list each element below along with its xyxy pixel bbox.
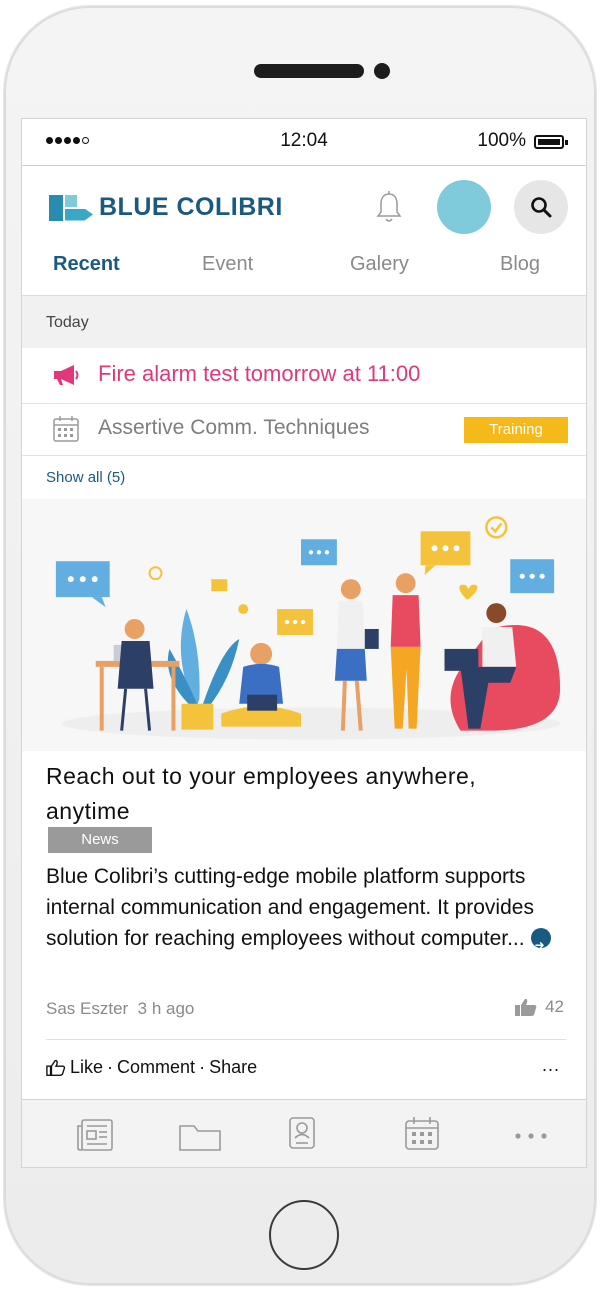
likes-count: 42 <box>515 997 564 1017</box>
action-separator: · <box>107 1057 114 1077</box>
action-separator: · <box>199 1057 206 1077</box>
read-more-icon[interactable] <box>530 928 551 961</box>
share-button[interactable]: Share <box>209 1057 257 1078</box>
brand-logo[interactable]: BLUE COLIBRI <box>49 193 283 222</box>
front-camera <box>374 63 390 79</box>
home-button[interactable] <box>269 1200 339 1270</box>
thumbs-up-icon <box>515 998 537 1016</box>
battery-percent: 100% <box>477 130 526 151</box>
search-button[interactable] <box>514 180 568 234</box>
tab-bar: Recent Event Galery Blog <box>22 253 586 287</box>
section-header-label: Today <box>46 314 89 331</box>
user-avatar[interactable] <box>437 180 491 234</box>
folder-icon[interactable] <box>178 1122 222 1152</box>
search-icon <box>531 197 552 218</box>
brand-name: BLUE COLIBRI <box>99 193 283 221</box>
training-badge: Training <box>464 417 568 443</box>
tab-blog[interactable]: Blog <box>500 253 540 276</box>
post-body-text: Blue Colibri’s cutting-edge mobile platf… <box>46 865 534 950</box>
event-title: Assertive Comm. Techniques <box>98 416 370 439</box>
section-header: Today <box>22 295 586 348</box>
news-badge: News <box>48 827 152 853</box>
comment-button[interactable]: Comment <box>117 1057 195 1078</box>
alert-text: Fire alarm test tomorrow at 11:00 <box>98 361 421 386</box>
news-icon[interactable] <box>76 1118 114 1152</box>
megaphone-icon <box>54 365 79 385</box>
battery-icon <box>534 135 568 149</box>
show-all-link[interactable]: Show all (5) <box>46 469 125 486</box>
speaker-slot <box>254 64 364 78</box>
logo-mark-icon <box>49 194 93 221</box>
post-actions: Like · Comment · Share <box>46 1057 257 1078</box>
profile-card-icon[interactable] <box>288 1116 316 1150</box>
more-icon[interactable] <box>514 1132 548 1140</box>
tab-galery[interactable]: Galery <box>350 253 409 276</box>
tab-event[interactable]: Event <box>202 253 253 276</box>
post-title[interactable]: Reach out to your employees anywhere, an… <box>46 759 566 829</box>
calendar-icon[interactable] <box>404 1116 440 1152</box>
status-bar: 12:04 100% <box>22 119 586 166</box>
like-button[interactable]: Like <box>70 1057 103 1078</box>
app-screen: 12:04 100% BLUE COLIBRI Recent Event Gal… <box>21 118 587 1168</box>
bell-icon[interactable] <box>374 191 404 225</box>
bottom-nav <box>22 1099 586 1167</box>
post-time: 3 h ago <box>137 999 195 1018</box>
likes-number: 42 <box>545 997 564 1016</box>
post-meta: Sas Eszter 3 h ago <box>46 999 194 1019</box>
app-header: BLUE COLIBRI Recent Event Galery Blog <box>22 165 586 295</box>
calendar-icon <box>53 416 79 442</box>
alert-item[interactable]: Fire alarm test tomorrow at 11:00 <box>22 347 586 404</box>
tab-recent[interactable]: Recent <box>53 253 120 276</box>
divider <box>46 1039 566 1040</box>
like-outline-icon[interactable] <box>46 1059 66 1077</box>
hero-illustration <box>22 499 586 751</box>
post-author[interactable]: Sas Eszter <box>46 999 128 1018</box>
post-more-button[interactable]: ... <box>542 1055 560 1076</box>
post-body: Blue Colibri’s cutting-edge mobile platf… <box>46 861 566 961</box>
event-item[interactable]: Assertive Comm. Techniques Training <box>22 403 586 456</box>
